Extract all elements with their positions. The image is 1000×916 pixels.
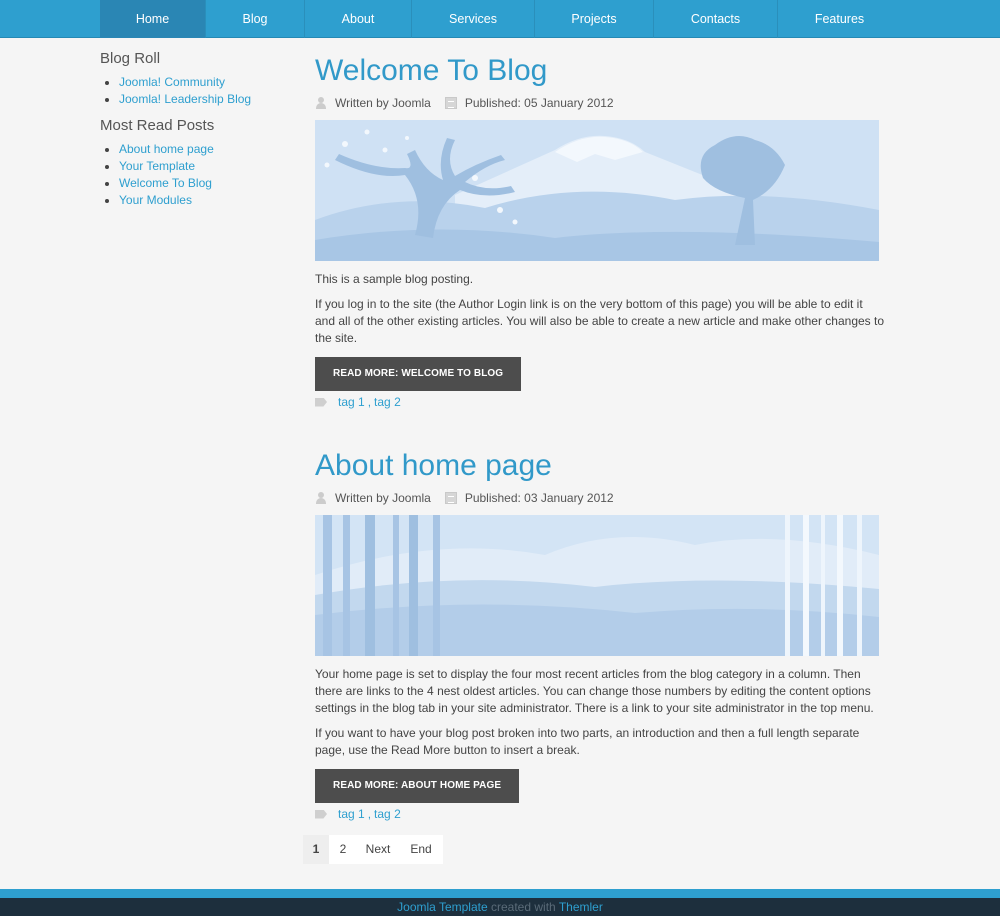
list-item: Joomla! Community	[119, 74, 290, 91]
list-item: Welcome To Blog	[119, 175, 290, 192]
tag-link[interactable]: tag 1	[338, 807, 365, 821]
top-navigation: Home Blog About Services Projects Contac…	[0, 0, 1000, 38]
nav-item-services[interactable]: Services	[412, 0, 535, 38]
article-published: Published: 05 January 2012	[464, 96, 614, 110]
article-title[interactable]: Welcome To Blog	[315, 52, 885, 90]
page-2-link[interactable]: 2	[329, 835, 357, 864]
article-author: Written by Joomla	[335, 491, 431, 505]
article-meta: Written by Joomla Published: 05 January …	[315, 94, 885, 112]
most-read-list: About home page Your Template Welcome To…	[100, 141, 290, 208]
calendar-icon	[444, 97, 457, 109]
main-menu: Home Blog About Services Projects Contac…	[100, 0, 901, 38]
next-page-link[interactable]: Next	[357, 835, 399, 864]
user-icon	[315, 97, 327, 109]
list-item: Joomla! Leadership Blog	[119, 91, 290, 108]
article-about-home: About home page Written by Joomla Publis…	[315, 447, 885, 823]
footer: Joomla Template created with Themler	[0, 898, 1000, 916]
most-read-link[interactable]: Your Template	[119, 159, 195, 173]
calendar-icon	[444, 492, 457, 504]
article-paragraph: Your home page is set to display the fou…	[315, 667, 874, 715]
article-published: Published: 03 January 2012	[464, 491, 614, 505]
article-author: Written by Joomla	[335, 96, 431, 110]
joomla-template-link[interactable]: Joomla Template	[397, 900, 488, 914]
end-page-link[interactable]: End	[399, 835, 443, 864]
themler-link[interactable]: Themler	[559, 900, 603, 914]
list-item: Your Template	[119, 158, 290, 175]
nav-item-about[interactable]: About	[305, 0, 412, 38]
bamboo-landscape-illustration	[315, 515, 879, 656]
article-paragraph: If you log in to the site (the Author Lo…	[315, 297, 885, 345]
blog-roll-link[interactable]: Joomla! Community	[119, 75, 225, 89]
tag-link[interactable]: tag 2	[374, 807, 401, 821]
sidebar: Blog Roll Joomla! Community Joomla! Lead…	[100, 50, 290, 218]
blog-roll-list: Joomla! Community Joomla! Leadership Blo…	[100, 74, 290, 107]
tag-link[interactable]: tag 1	[338, 395, 365, 409]
main-content: Welcome To Blog Written by Joomla Publis…	[315, 52, 885, 823]
read-more-button[interactable]: Read more: About home page	[315, 769, 520, 803]
nav-item-features[interactable]: Features	[778, 0, 901, 38]
tag-link[interactable]: tag 2	[374, 395, 401, 409]
mountain-landscape-illustration	[315, 120, 879, 261]
article-welcome: Welcome To Blog Written by Joomla Publis…	[315, 52, 885, 411]
footer-text: created with	[491, 900, 556, 914]
article-tags: tag 1 , tag 2	[315, 393, 885, 411]
article-paragraph: This is a sample blog posting.	[315, 272, 474, 286]
most-read-link[interactable]: Your Modules	[119, 193, 192, 207]
page-1-current: 1	[303, 835, 329, 864]
most-read-link[interactable]: About home page	[119, 142, 214, 156]
tag-icon	[315, 809, 327, 819]
footer-accent-bar	[0, 889, 1000, 898]
user-icon	[315, 492, 327, 504]
most-read-link[interactable]: Welcome To Blog	[119, 176, 212, 190]
pagination: 1 2 Next End	[303, 835, 443, 864]
article-banner-image	[315, 515, 879, 656]
nav-item-contacts[interactable]: Contacts	[654, 0, 778, 38]
list-item: About home page	[119, 141, 290, 158]
blog-roll-title: Blog Roll	[100, 50, 161, 67]
read-more-button[interactable]: Read more: Welcome To Blog	[315, 357, 522, 391]
article-paragraph: If you want to have your blog post broke…	[315, 726, 860, 757]
article-meta: Written by Joomla Published: 03 January …	[315, 489, 885, 507]
nav-item-home[interactable]: Home	[100, 0, 206, 38]
tag-icon	[315, 397, 327, 407]
nav-item-projects[interactable]: Projects	[535, 0, 654, 38]
list-item: Your Modules	[119, 192, 290, 209]
most-read-title: Most Read Posts	[100, 117, 215, 135]
article-title[interactable]: About home page	[315, 447, 885, 485]
article-tags: tag 1 , tag 2	[315, 805, 885, 823]
nav-item-blog[interactable]: Blog	[206, 0, 305, 38]
article-banner-image	[315, 120, 879, 261]
blog-roll-link[interactable]: Joomla! Leadership Blog	[119, 92, 251, 106]
